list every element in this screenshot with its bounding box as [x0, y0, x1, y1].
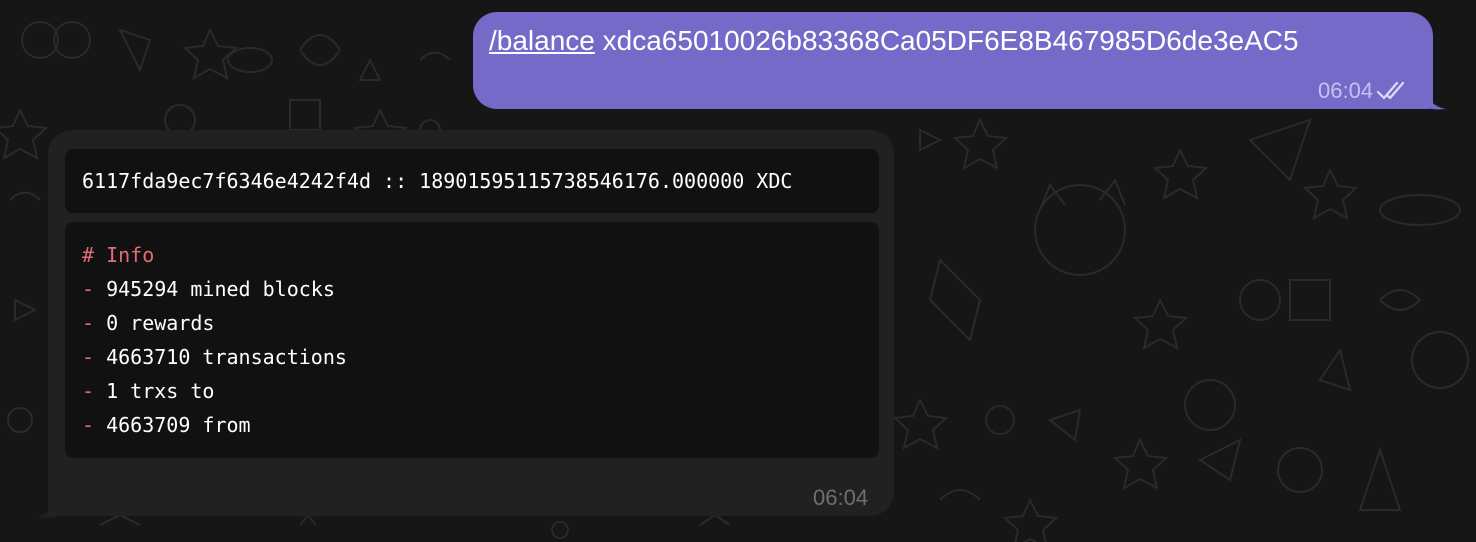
- command-argument: xdca65010026b83368Ca05DF6E8B467985D6de3e…: [602, 25, 1299, 56]
- info-item: - 4663710 transactions: [82, 345, 347, 369]
- bullet: -: [82, 413, 95, 437]
- double-check-icon: [1376, 81, 1405, 100]
- info-item-text: 0 rewards: [106, 311, 215, 335]
- info-item-text: 1 trxs to: [106, 379, 215, 403]
- info-item: - 4663709 from: [82, 413, 251, 437]
- outgoing-message-meta: 06:04: [1318, 78, 1409, 104]
- outgoing-message-time: 06:04: [1318, 78, 1374, 103]
- balance-code-block: 6117fda9ec7f6346e4242f4d :: 189015951157…: [65, 149, 879, 213]
- info-item: - 945294 mined blocks: [82, 277, 335, 301]
- bullet: -: [82, 277, 95, 301]
- command-link[interactable]: /balance: [489, 25, 595, 56]
- outgoing-bubble-tail: [1426, 88, 1446, 110]
- info-code-block: # Info - 945294 mined blocks - 0 rewards…: [65, 222, 879, 458]
- chat-view[interactable]: /balance xdca65010026b83368Ca05DF6E8B467…: [0, 0, 1476, 542]
- info-heading: # Info: [82, 243, 155, 267]
- bullet: -: [82, 379, 95, 403]
- info-item: - 1 trxs to: [82, 379, 214, 403]
- info-item-text: 4663710 transactions: [106, 345, 347, 369]
- bullet: -: [82, 311, 95, 335]
- balance-line: 6117fda9ec7f6346e4242f4d :: 189015951157…: [82, 169, 793, 193]
- info-item-text: 945294 mined blocks: [106, 277, 335, 301]
- outgoing-message-text: /balance xdca65010026b83368Ca05DF6E8B467…: [489, 25, 1299, 57]
- info-item: - 0 rewards: [82, 311, 214, 335]
- incoming-message-time: 06:04: [813, 485, 869, 510]
- incoming-bubble-tail: [36, 497, 56, 518]
- info-item-text: 4663709 from: [106, 413, 251, 437]
- bullet: -: [82, 345, 95, 369]
